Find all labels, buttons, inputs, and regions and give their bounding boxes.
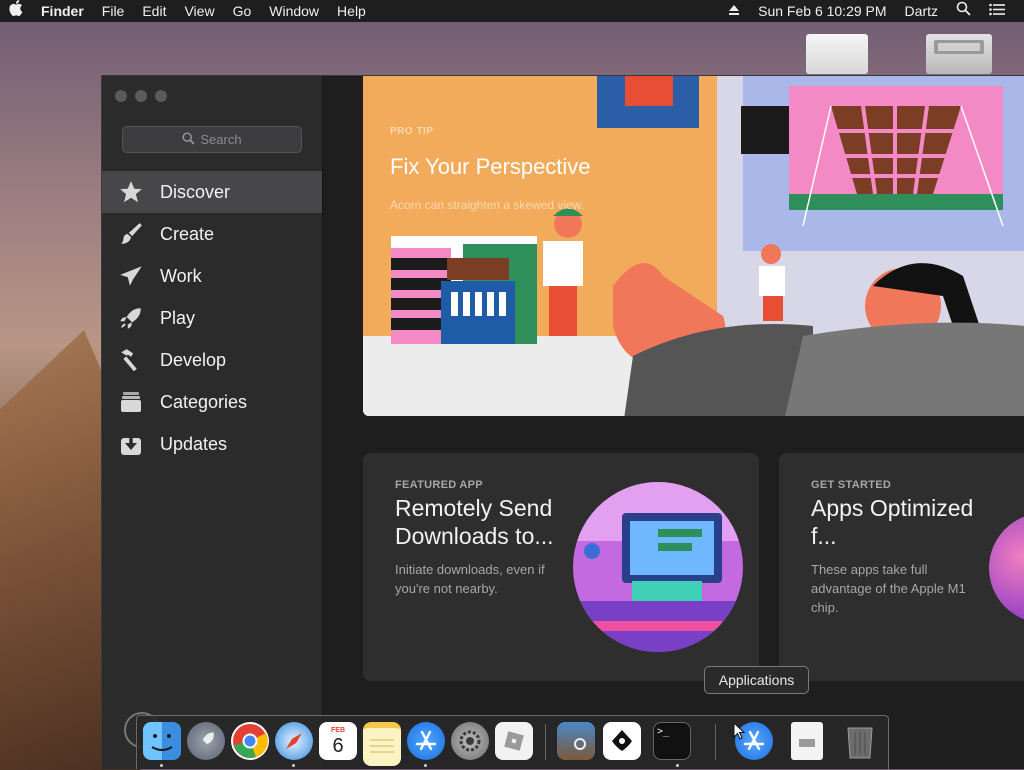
sidebar-item-label: Create: [160, 223, 215, 244]
desktop-disk-icon[interactable]: [806, 34, 868, 74]
system-preferences-icon[interactable]: [451, 722, 489, 760]
sidebar-item-label: Updates: [160, 433, 228, 454]
trash-icon[interactable]: [841, 722, 879, 760]
card-description: These apps take full advantage of the Ap…: [811, 562, 966, 615]
menu-edit[interactable]: Edit: [133, 0, 175, 22]
search-field[interactable]: Search: [122, 126, 302, 153]
sidebar-item-categories[interactable]: Categories: [102, 381, 322, 423]
terminal-prompt: >_: [657, 726, 670, 737]
card-artwork: [573, 482, 743, 652]
hero-eyebrow: PRO TIP: [390, 126, 434, 137]
menu-window[interactable]: Window: [260, 0, 328, 22]
mouse-pointer-icon: [733, 722, 745, 740]
safari-icon[interactable]: [275, 722, 313, 760]
app-store-window: Search Discover Create Work Play Develop…: [101, 75, 1024, 769]
sidebar-item-work[interactable]: Work: [102, 255, 322, 297]
chrome-icon[interactable]: [231, 722, 269, 760]
spotlight-search-icon[interactable]: [947, 0, 980, 22]
notification-center-icon[interactable]: [980, 0, 1014, 22]
calendar-icon[interactable]: FEB 6: [319, 722, 357, 760]
apple-menu-icon[interactable]: [0, 0, 32, 22]
get-started-card[interactable]: GET STARTED Apps Optimized f... These ap…: [779, 453, 1024, 681]
close-window-button[interactable]: [115, 90, 127, 102]
menu-view[interactable]: View: [175, 0, 223, 22]
card-description: Initiate downloads, even if you're not n…: [395, 562, 545, 596]
sidebar-item-discover[interactable]: Discover: [102, 171, 322, 213]
card-artwork: [989, 513, 1024, 623]
roblox-icon[interactable]: [495, 722, 533, 760]
sidebar-item-label: Develop: [160, 349, 227, 370]
desktop-hard-drive-icon[interactable]: [926, 34, 992, 74]
document-icon[interactable]: [791, 722, 823, 760]
download-icon: [102, 432, 160, 456]
menu-help[interactable]: Help: [328, 0, 375, 22]
menu-file[interactable]: File: [93, 0, 134, 22]
search-icon: [182, 131, 195, 148]
launchpad-icon[interactable]: [187, 722, 225, 760]
calendar-month: FEB: [331, 726, 345, 734]
hero-banner[interactable]: PRO TIP Fix Your Perspective Acorn can s…: [363, 76, 1024, 416]
menu-bar: Finder File Edit View Go Window Help Sun…: [0, 0, 1024, 22]
sidebar-item-label: Play: [160, 307, 196, 328]
app-store-dock-icon[interactable]: [407, 722, 445, 760]
menu-user[interactable]: Dartz: [896, 0, 947, 22]
card-title: Remotely Send Downloads to...: [395, 495, 554, 549]
stack-icon: [102, 390, 160, 414]
hero-illustration: [363, 76, 1024, 416]
dock-tooltip: Applications: [704, 666, 809, 694]
minimize-window-button[interactable]: [135, 90, 147, 102]
sidebar: Search Discover Create Work Play Develop…: [102, 76, 323, 769]
notes-icon[interactable]: [363, 722, 401, 766]
card-title: Apps Optimized f...: [811, 495, 974, 549]
main-content: PRO TIP Fix Your Perspective Acorn can s…: [323, 76, 1024, 769]
sidebar-item-label: Categories: [160, 391, 248, 412]
finder-icon[interactable]: [143, 722, 181, 760]
sidebar-item-label: Work: [160, 265, 202, 286]
sidebar-item-develop[interactable]: Develop: [102, 339, 322, 381]
zoom-window-button[interactable]: [155, 90, 167, 102]
calendar-day: 6: [332, 734, 344, 757]
terminal-icon[interactable]: >_: [653, 722, 691, 760]
rocket-icon: [102, 305, 160, 331]
hammer-icon: [102, 347, 160, 373]
star-icon: [102, 179, 160, 205]
sidebar-item-label: Discover: [160, 181, 231, 202]
search-placeholder: Search: [200, 132, 242, 147]
hero-subtitle: Acorn can straighten a skewed view.: [390, 198, 585, 212]
inkscape-icon[interactable]: [603, 722, 641, 760]
card-eyebrow: FEATURED APP: [395, 479, 483, 491]
card-eyebrow: GET STARTED: [811, 479, 892, 491]
menu-app-name[interactable]: Finder: [32, 0, 93, 22]
brush-icon: [102, 221, 160, 247]
menu-go[interactable]: Go: [224, 0, 261, 22]
eject-icon[interactable]: [719, 0, 749, 22]
paper-plane-icon: [102, 263, 160, 289]
featured-app-card[interactable]: FEATURED APP Remotely Send Downloads to.…: [363, 453, 759, 681]
hero-title: Fix Your Perspective: [390, 154, 591, 179]
sidebar-item-create[interactable]: Create: [102, 213, 322, 255]
dock: FEB 6 >_: [136, 715, 889, 769]
sidebar-item-updates[interactable]: Updates: [102, 423, 322, 465]
sidebar-item-play[interactable]: Play: [102, 297, 322, 339]
menu-clock[interactable]: Sun Feb 6 10:29 PM: [749, 0, 895, 22]
preview-icon[interactable]: [557, 722, 595, 760]
